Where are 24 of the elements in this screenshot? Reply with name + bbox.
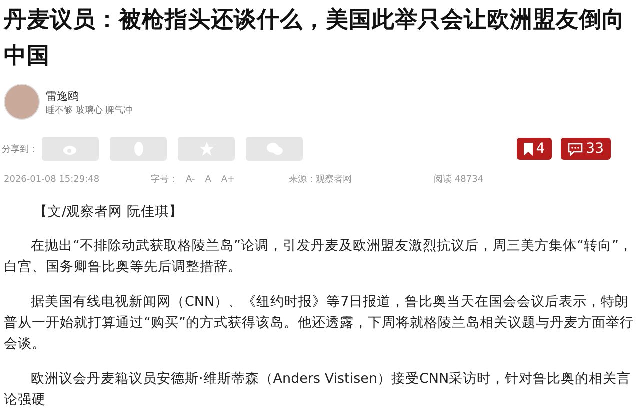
article-title: 丹麦议员：被枪指头还谈什么，美国此举只会让欧洲盟友倒向中国 <box>4 6 626 71</box>
author-bio: 睡不够 玻璃心 脾气冲 <box>46 104 133 117</box>
source-label: 来源： <box>289 174 316 186</box>
font-size-label: 字号： <box>151 174 178 186</box>
article-paragraph: 欧洲议会丹麦籍议员安德斯·维斯蒂森（Anders Vistisen）接受CNN采访时，针对鲁比奥的相关言论强硬 <box>4 370 632 410</box>
byline: 【文/观察者网 阮佳琪】 <box>34 203 184 222</box>
article-paragraph: 据美国有线电视新闻网（CNN）、《纽约时报》等7日报道，鲁比奥当天在国会会议后表示，特朗普从一开始就打算通过“购买”的方式获得该岛。他还透露，下周将就格陵兰岛相关议题与丹麦方面举行会谈。 <box>4 293 635 354</box>
share-label: 分享到： <box>2 144 32 156</box>
share-button[interactable] <box>110 137 167 161</box>
bookmark-count-button[interactable]: 4 <box>517 138 552 160</box>
share-button[interactable] <box>42 137 99 161</box>
chat-bubbles-icon <box>266 142 284 156</box>
author-name[interactable]: 雷逸鸥 <box>46 89 133 104</box>
publish-date: 2026-01-08 15:29:48 <box>4 174 101 184</box>
share-button[interactable] <box>178 137 235 161</box>
share-button[interactable] <box>246 137 303 161</box>
comment-count-button[interactable]: 33 <box>561 138 611 160</box>
star-icon <box>198 141 214 157</box>
bookmark-icon <box>524 142 534 156</box>
read-count: 阅读 48734 <box>434 174 484 186</box>
comment-icon <box>568 142 584 156</box>
source-name: 观察者网 <box>316 174 354 186</box>
article-paragraph: 在抛出“不排除动武获取格陵兰岛”论调，引发丹麦及欧洲盟友激烈抗议后，周三美方集体“转向”，白宫、国务卿鲁比奥等先后调整措辞。 <box>4 237 634 277</box>
avatar[interactable] <box>4 84 40 120</box>
